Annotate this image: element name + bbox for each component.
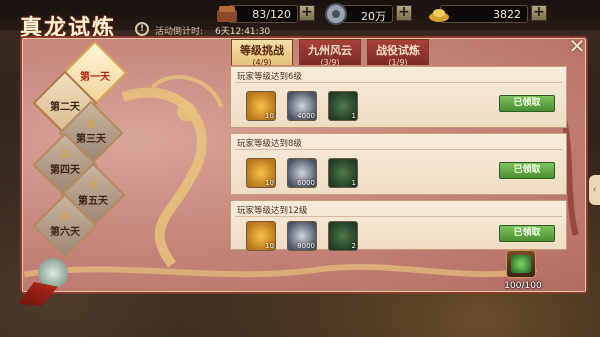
wood-stack-icon [217, 6, 237, 22]
resource-gold: 3822 [429, 5, 528, 23]
tab-battle-trial[interactable]: 战役试炼 (1/9) [367, 39, 429, 67]
book-icon[interactable]: 2 [328, 221, 358, 251]
add-gold-button[interactable]: + [531, 5, 547, 21]
day-6-label: 第六天 [50, 227, 80, 238]
silver-coin-icon[interactable]: 6000 [287, 158, 317, 188]
divider [235, 149, 562, 150]
add-energy-button[interactable]: + [299, 5, 315, 21]
claimed-button[interactable]: 已领取 [499, 225, 555, 242]
reward-qty: 1 [351, 179, 356, 187]
reward-qty: 4000 [297, 112, 315, 120]
side-expand-button[interactable]: ‹ [589, 175, 600, 205]
tab-level-challenge[interactable]: 等级挑战 (4/9) [231, 39, 293, 67]
jade-pendant-icon [38, 258, 68, 288]
energy-value: 83/120 [252, 8, 291, 21]
close-icon[interactable]: ✕ [566, 36, 588, 58]
divider [235, 216, 562, 217]
treasure-chest-icon[interactable] [506, 250, 536, 278]
lock-icon [61, 145, 70, 158]
lock-icon [89, 176, 98, 189]
task-title: 玩家等级达到6级 [237, 72, 302, 82]
reward-qty: 10 [265, 242, 274, 250]
tab-label: 九州风云 [308, 44, 352, 57]
silver-coin-icon[interactable]: 8000 [287, 221, 317, 251]
task-row: 玩家等级达到12级 10 8000 2 已领取 [230, 200, 567, 251]
gold-shard-icon[interactable]: 10 [246, 221, 276, 251]
day-1-label: 第一天 [80, 72, 110, 83]
silver-value: 20万 [361, 10, 386, 23]
tab-jiuzhou[interactable]: 九州风云 (3/9) [299, 39, 361, 67]
lock-icon [87, 115, 96, 128]
reward-qty: 10 [265, 179, 274, 187]
info-icon[interactable]: ! [135, 22, 149, 36]
reward-qty: 8000 [297, 242, 315, 250]
resource-energy: 83/120 [217, 5, 298, 23]
book-icon[interactable]: 1 [328, 158, 358, 188]
book-icon[interactable]: 1 [328, 91, 358, 121]
resource-silver: 20万 [325, 3, 393, 25]
lock-icon [61, 207, 70, 220]
task-title: 玩家等级达到12级 [237, 206, 308, 216]
tab-label: 等级挑战 [240, 44, 284, 57]
claimed-button[interactable]: 已领取 [499, 95, 555, 112]
tab-label: 战役试炼 [376, 44, 420, 57]
claimed-button[interactable]: 已领取 [499, 162, 555, 179]
divider [235, 82, 562, 83]
reward-qty: 6000 [297, 179, 315, 187]
reward-qty: 10 [265, 112, 274, 120]
task-row: 玩家等级达到8级 10 6000 1 已领取 [230, 133, 567, 195]
add-silver-button[interactable]: + [396, 5, 412, 21]
task-row: 玩家等级达到6级 10 4000 1 已领取 [230, 66, 567, 128]
chest-progress: 100/100 [504, 281, 542, 291]
gold-value: 3822 [493, 8, 521, 21]
gold-ingot-icon [429, 9, 449, 22]
task-title: 玩家等级达到8级 [237, 139, 302, 149]
reward-qty: 2 [351, 242, 356, 250]
silver-coin-icon[interactable]: 4000 [287, 91, 317, 121]
gold-shard-icon[interactable]: 10 [246, 158, 276, 188]
gold-shard-icon[interactable]: 10 [246, 91, 276, 121]
reward-qty: 1 [351, 112, 356, 120]
silver-coin-icon [325, 3, 347, 25]
